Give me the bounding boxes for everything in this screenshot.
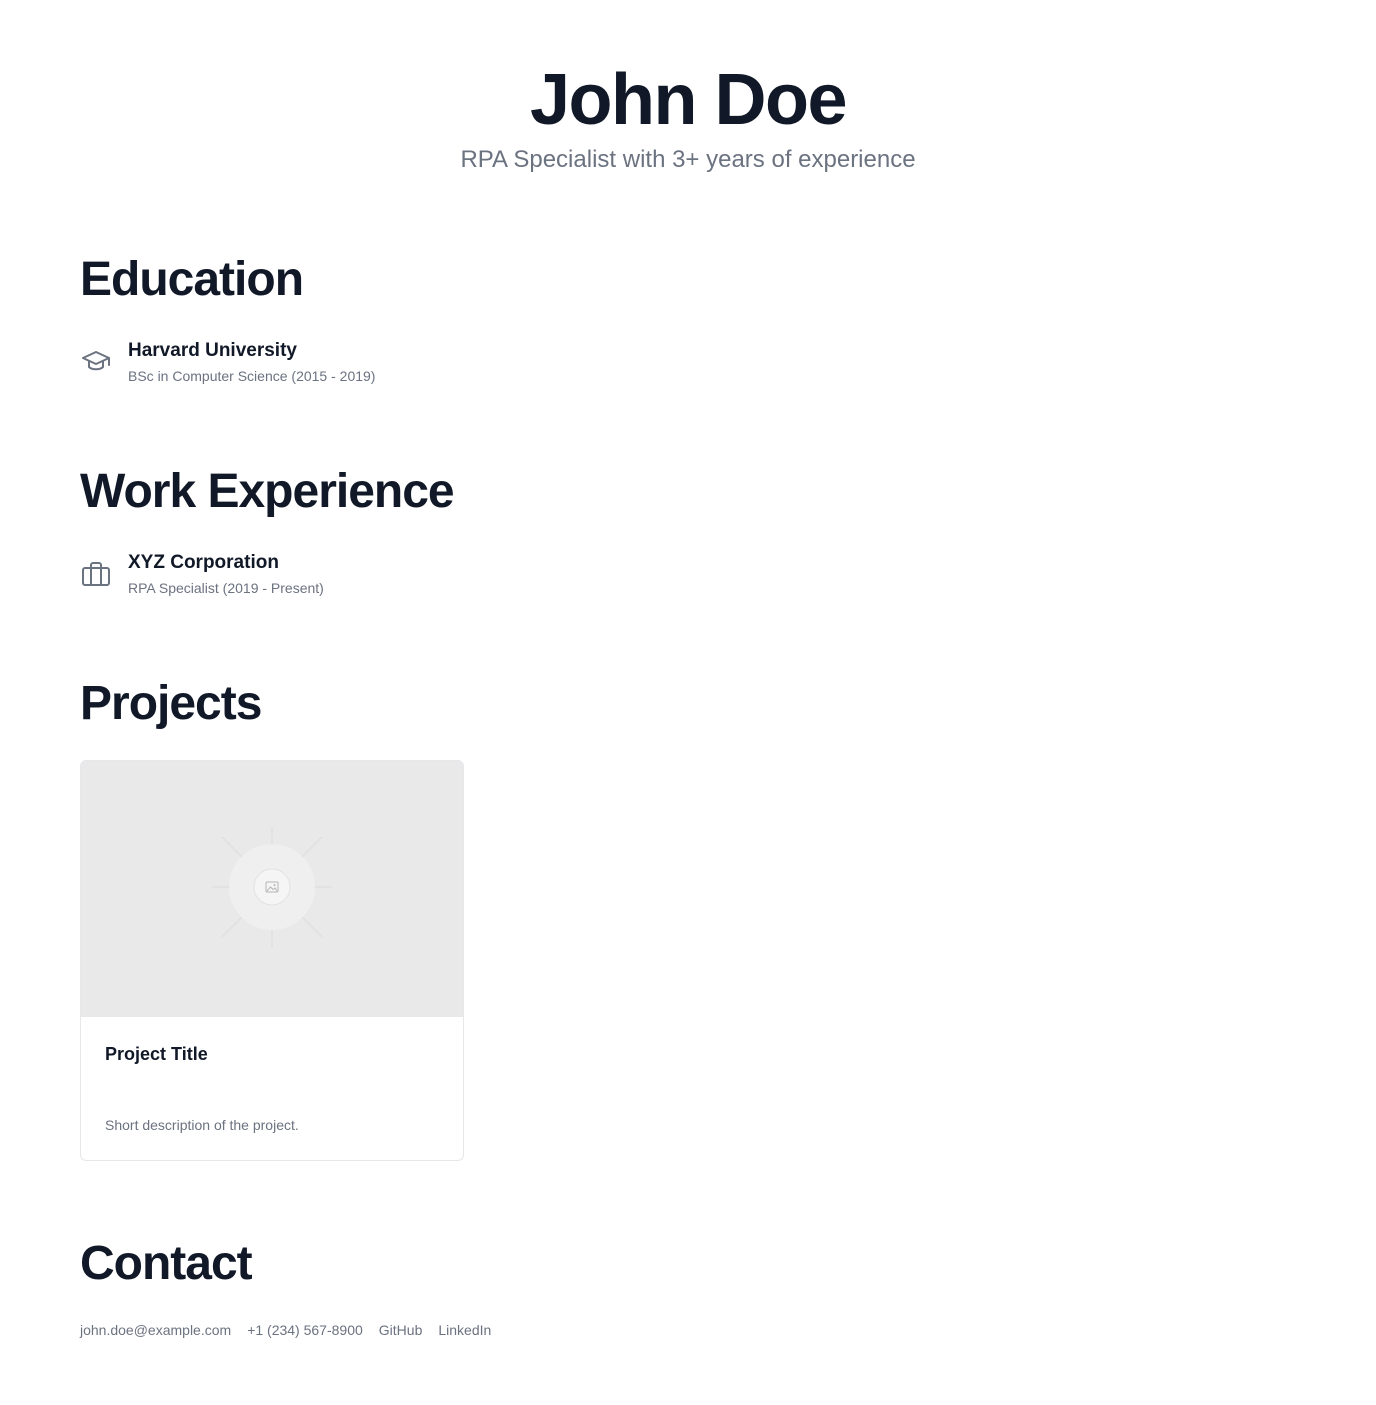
project-card[interactable]: Project Title Short description of the p… [80,760,464,1161]
project-description: Short description of the project. [105,1117,299,1133]
work-entry: XYZ Corporation RPA Specialist (2019 - P… [80,550,324,598]
contact-links: john.doe@example.com +1 (234) 567-8900 G… [80,1320,491,1340]
phone-link[interactable]: +1 (234) 567-8900 [247,1320,363,1340]
degree-detail: BSc in Computer Science (2015 - 2019) [128,368,376,384]
person-name: John Doe [529,60,848,140]
email-link[interactable]: john.doe@example.com [80,1320,231,1340]
image-placeholder-icon [212,826,332,952]
section-title-contact: Contact [80,1237,253,1290]
project-image [81,761,463,1017]
institution-name: Harvard University [128,340,297,361]
resume-page: John Doe RPA Specialist with 3+ years of… [0,0,1376,1405]
section-title-education: Education [80,253,304,306]
linkedin-link[interactable]: LinkedIn [438,1320,491,1340]
section-title-projects: Projects [80,677,262,730]
briefcase-icon [80,558,112,590]
project-title: Project Title [105,1044,208,1064]
company-name: XYZ Corporation [128,552,279,573]
work-text: XYZ Corporation RPA Specialist (2019 - P… [128,550,324,598]
role-detail: RPA Specialist (2019 - Present) [128,580,324,596]
education-text: Harvard University BSc in Computer Scien… [128,338,375,386]
page-header: John Doe RPA Specialist with 3+ years of… [0,60,1376,176]
section-title-work-experience: Work Experience [80,465,455,518]
graduation-cap-icon [80,346,112,378]
github-link[interactable]: GitHub [379,1320,423,1340]
education-entry: Harvard University BSc in Computer Scien… [80,338,375,386]
project-card-body: Project Title Short description of the p… [81,1017,463,1160]
tagline: RPA Specialist with 3+ years of experien… [460,146,916,173]
